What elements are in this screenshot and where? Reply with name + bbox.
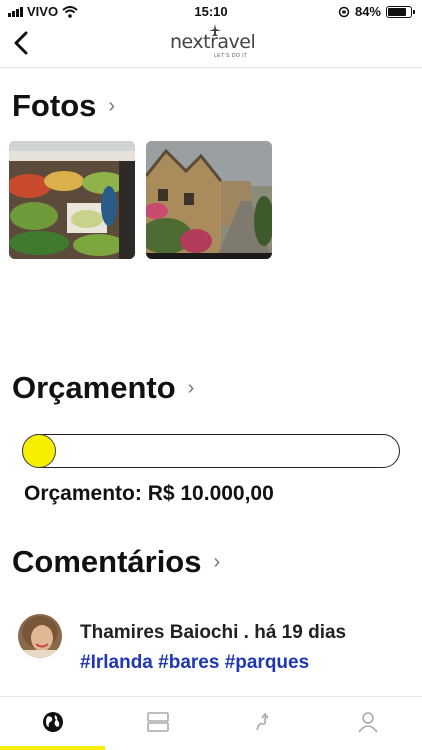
avatar[interactable] (18, 614, 62, 658)
nav-bar: nextravel LET'S DO IT (0, 22, 422, 68)
budget-title: Orçamento (12, 370, 176, 405)
comment-hashtags[interactable]: #Irlanda #bares #parques (80, 652, 309, 674)
tab-lists[interactable] (105, 697, 210, 747)
photos-title: Fotos (12, 88, 97, 123)
battery-fill (388, 7, 407, 16)
market-photo[interactable] (9, 141, 135, 259)
profile-icon (357, 712, 378, 733)
comment-author-line[interactable]: Thamires Baiochi . há 19 dias (80, 622, 346, 644)
logo-tagline: LET'S DO IT (214, 53, 248, 59)
budget-section-header[interactable]: Orçamento › (12, 370, 194, 406)
chevron-left-icon (14, 31, 28, 55)
orientation-lock-icon (338, 6, 350, 17)
budget-slider-thumb[interactable] (21, 433, 56, 468)
chevron-right-icon: › (213, 550, 221, 573)
battery-percent: 84% (354, 4, 381, 19)
tab-bar (0, 696, 422, 750)
list-icon (146, 712, 169, 732)
tab-profile[interactable] (315, 697, 420, 747)
village-photo[interactable] (146, 141, 272, 259)
battery-icon (386, 5, 415, 18)
plane-icon (209, 24, 221, 36)
comments-section-header[interactable]: Comentários › (12, 544, 220, 580)
back-button[interactable] (8, 28, 38, 58)
budget-slider[interactable] (21, 433, 400, 468)
globe-icon (42, 712, 63, 732)
active-tab-indicator (0, 746, 105, 750)
tab-explore[interactable] (0, 697, 105, 747)
app-logo: nextravel LET'S DO IT (170, 24, 256, 62)
tab-routes[interactable] (210, 697, 315, 747)
comments-title: Comentários (12, 544, 202, 579)
status-bar: VIVO 15:10 84% (0, 0, 422, 22)
chevron-right-icon: › (108, 94, 116, 117)
route-icon (255, 712, 269, 731)
chevron-right-icon: › (187, 376, 195, 399)
battery-info: 84% (338, 4, 415, 19)
budget-amount: Orçamento: R$ 10.000,00 (24, 482, 274, 505)
photos-section-header[interactable]: Fotos › (12, 88, 115, 124)
